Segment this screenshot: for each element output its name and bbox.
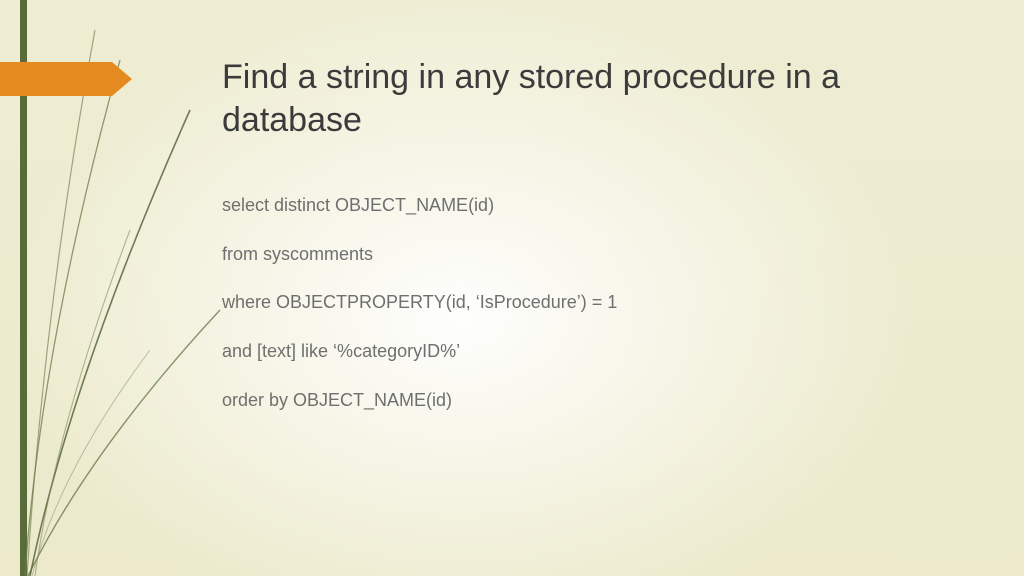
code-line: from syscomments: [222, 242, 984, 266]
code-line: select distinct OBJECT_NAME(id): [222, 193, 984, 217]
code-line: order by OBJECT_NAME(id): [222, 388, 984, 412]
code-line: where OBJECTPROPERTY(id, ‘IsProcedure’) …: [222, 290, 984, 314]
title-arrow-icon: [0, 62, 132, 96]
slide-title: Find a string in any stored procedure in…: [222, 56, 984, 141]
code-line: and [text] like ‘%categoryID%’: [222, 339, 984, 363]
slide-content: Find a string in any stored procedure in…: [222, 56, 984, 436]
sql-code-block: select distinct OBJECT_NAME(id) from sys…: [222, 169, 984, 436]
